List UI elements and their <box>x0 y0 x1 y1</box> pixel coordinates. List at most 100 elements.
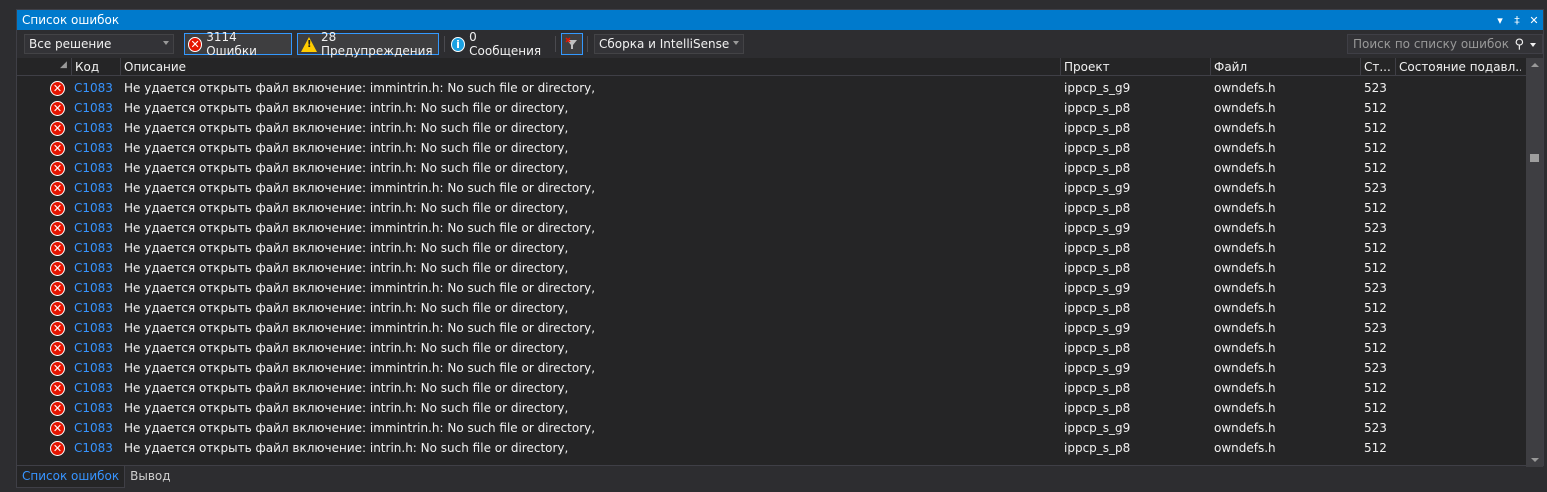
tab-output[interactable]: Вывод <box>125 466 175 488</box>
column-header-suppression[interactable]: Состояние подавл... <box>1395 58 1521 76</box>
description-cell: Не удается открыть файл включение: immin… <box>124 321 596 335</box>
code-link[interactable]: C1083 <box>74 418 120 438</box>
scroll-down-icon[interactable] <box>1531 458 1539 462</box>
search-options-chevron-icon[interactable] <box>1530 43 1536 47</box>
table-row[interactable]: ✕ C1083 Не удается открыть файл включение:… <box>17 358 1527 378</box>
line-cell: 523 <box>1364 421 1387 435</box>
file-cell: owndefs.h <box>1214 121 1276 135</box>
scrollbar-thumb[interactable] <box>1530 154 1539 162</box>
column-header-description[interactable]: Описание <box>120 58 1060 76</box>
file-cell: owndefs.h <box>1214 141 1276 155</box>
close-icon[interactable]: ✕ <box>1526 12 1542 28</box>
error-icon: ✕ <box>50 221 65 236</box>
column-header-project[interactable]: Проект <box>1060 58 1210 76</box>
column-options-icon[interactable]: ◢ <box>60 60 67 70</box>
table-row[interactable]: ✕ C1083 Не удается открыть файл включение:… <box>17 418 1527 438</box>
column-header-code[interactable]: Код <box>71 58 121 76</box>
line-cell: 512 <box>1364 101 1387 115</box>
code-link[interactable]: C1083 <box>74 438 120 458</box>
table-row[interactable]: ✕ C1083 Не удается открыть файл включение:… <box>17 118 1527 138</box>
file-cell: owndefs.h <box>1214 201 1276 215</box>
line-cell: 523 <box>1364 321 1387 335</box>
table-row[interactable]: ✕ C1083 Не удается открыть файл включение:… <box>17 238 1527 258</box>
file-cell: owndefs.h <box>1214 301 1276 315</box>
warnings-filter-button[interactable]: 28 Предупреждения <box>297 30 439 58</box>
code-link[interactable]: C1083 <box>74 258 120 278</box>
table-row[interactable]: ✕ C1083 Не удается открыть файл включение:… <box>17 398 1527 418</box>
code-link[interactable]: C1083 <box>74 178 120 198</box>
line-cell: 512 <box>1364 201 1387 215</box>
search-input[interactable]: Поиск по списку ошибок <box>1353 37 1509 51</box>
error-list-panel: Список ошибок ▾ ‡ ✕ Все решение ✕ 3114 О… <box>16 9 1544 467</box>
window-position-dropdown-icon[interactable]: ▾ <box>1492 12 1508 28</box>
code-link[interactable]: C1083 <box>74 318 120 338</box>
code-link[interactable]: C1083 <box>74 138 120 158</box>
error-icon: ✕ <box>50 341 65 356</box>
table-row[interactable]: ✕ C1083 Не удается открыть файл включение:… <box>17 98 1527 118</box>
code-link[interactable]: C1083 <box>74 218 120 238</box>
pin-icon[interactable]: ‡ <box>1509 12 1525 28</box>
file-cell: owndefs.h <box>1214 161 1276 175</box>
table-row[interactable]: ✕ C1083 Не удается открыть файл включение:… <box>17 178 1527 198</box>
description-cell: Не удается открыть файл включение: intri… <box>124 301 569 315</box>
table-row[interactable]: ✕ C1083 Не удается открыть файл включение:… <box>17 298 1527 318</box>
search-icon[interactable]: ⚲ <box>1514 37 1524 52</box>
description-cell: Не удается открыть файл включение: intri… <box>124 101 569 115</box>
file-cell: owndefs.h <box>1214 421 1276 435</box>
errors-filter-button[interactable]: ✕ 3114 Ошибки <box>184 30 292 58</box>
code-link[interactable]: C1083 <box>74 78 120 98</box>
table-row[interactable]: ✕ C1083 Не удается открыть файл включение:… <box>17 318 1527 338</box>
error-icon: ✕ <box>50 141 65 156</box>
column-header-file[interactable]: Файл <box>1210 58 1360 76</box>
table-row[interactable]: ✕ C1083 Не удается открыть файл включение:… <box>17 378 1527 398</box>
code-link[interactable]: C1083 <box>74 118 120 138</box>
table-row[interactable]: ✕ C1083 Не удается открыть файл включение:… <box>17 338 1527 358</box>
project-cell: ippcp_s_p8 <box>1064 301 1131 315</box>
table-row[interactable]: ✕ C1083 Не удается открыть файл включение:… <box>17 198 1527 218</box>
search-box[interactable]: Поиск по списку ошибок ⚲ <box>1347 34 1543 54</box>
error-icon: ✕ <box>50 241 65 256</box>
table-row[interactable]: ✕ C1083 Не удается открыть файл включение:… <box>17 278 1527 298</box>
table-row[interactable]: ✕ C1083 Не удается открыть файл включение:… <box>17 438 1527 458</box>
code-link[interactable]: C1083 <box>74 198 120 218</box>
tab-error-list[interactable]: Список ошибок <box>16 466 126 488</box>
line-cell: 523 <box>1364 181 1387 195</box>
column-header-line[interactable]: Ст... <box>1360 58 1395 76</box>
panel-titlebar[interactable]: Список ошибок ▾ ‡ ✕ <box>17 10 1543 30</box>
code-link[interactable]: C1083 <box>74 238 120 258</box>
toolbar-separator <box>444 36 445 52</box>
build-source-dropdown[interactable]: Сборка и IntelliSense <box>594 34 744 54</box>
description-cell: Не удается открыть файл включение: intri… <box>124 161 569 175</box>
build-source-value: Сборка и IntelliSense <box>599 37 730 51</box>
project-cell: ippcp_s_p8 <box>1064 241 1131 255</box>
error-icon: ✕ <box>50 81 65 96</box>
table-row[interactable]: ✕ C1083 Не удается открыть файл включение:… <box>17 158 1527 178</box>
table-row[interactable]: ✕ C1083 Не удается открыть файл включение:… <box>17 78 1527 98</box>
vertical-scrollbar[interactable] <box>1526 58 1543 467</box>
grid-rows: ✕ C1083 Не удается открыть файл включение:… <box>17 76 1527 467</box>
description-cell: Не удается открыть файл включение: intri… <box>124 241 569 255</box>
table-row[interactable]: ✕ C1083 Не удается открыть файл включение:… <box>17 218 1527 238</box>
project-cell: ippcp_s_p8 <box>1064 401 1131 415</box>
code-link[interactable]: C1083 <box>74 298 120 318</box>
project-cell: ippcp_s_g9 <box>1064 361 1131 375</box>
filter-button[interactable] <box>561 33 583 55</box>
messages-filter-button[interactable]: i 0 Сообщения <box>448 30 552 58</box>
code-link[interactable]: C1083 <box>74 98 120 118</box>
code-link[interactable]: C1083 <box>74 338 120 358</box>
error-icon: ✕ <box>50 261 65 276</box>
table-row[interactable]: ✕ C1083 Не удается открыть файл включение:… <box>17 138 1527 158</box>
error-icon: ✕ <box>50 381 65 396</box>
filter-icon <box>565 37 577 49</box>
project-cell: ippcp_s_p8 <box>1064 201 1131 215</box>
scroll-up-icon[interactable] <box>1531 63 1539 67</box>
code-link[interactable]: C1083 <box>74 398 120 418</box>
error-icon: ✕ <box>50 201 65 216</box>
file-cell: owndefs.h <box>1214 261 1276 275</box>
code-link[interactable]: C1083 <box>74 358 120 378</box>
table-row[interactable]: ✕ C1083 Не удается открыть файл включение:… <box>17 258 1527 278</box>
code-link[interactable]: C1083 <box>74 158 120 178</box>
code-link[interactable]: C1083 <box>74 378 120 398</box>
code-link[interactable]: C1083 <box>74 278 120 298</box>
scope-dropdown[interactable]: Все решение <box>24 34 174 54</box>
